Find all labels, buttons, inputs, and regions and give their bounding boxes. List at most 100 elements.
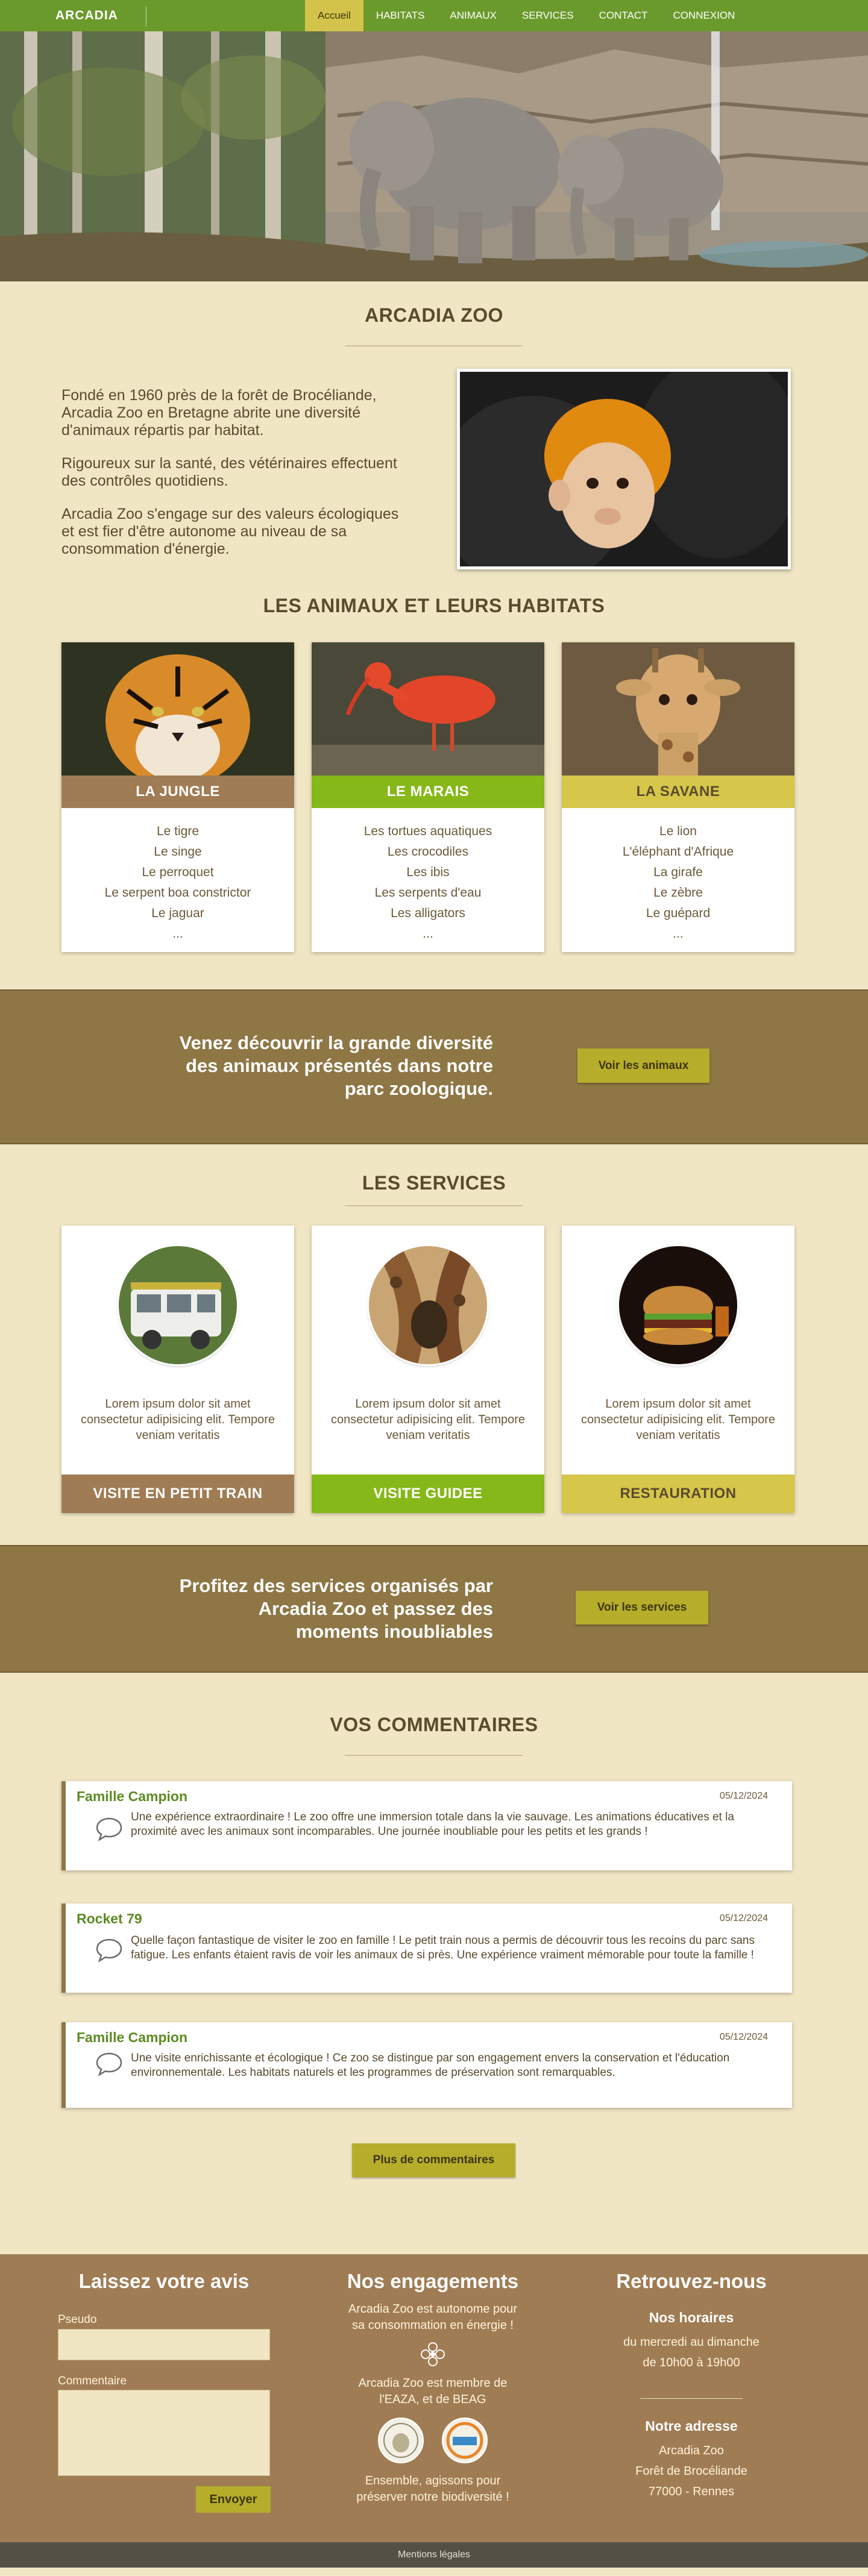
animal-item: La girafe — [653, 865, 703, 879]
service-name-band: VISITE EN PETIT TRAIN — [61, 1474, 294, 1513]
nav-link-habitats[interactable]: HABITATS — [363, 0, 438, 31]
comment-text: Une visite enrichissante et écologique !… — [131, 2052, 730, 2079]
pseudo-input[interactable] — [58, 2329, 270, 2360]
address-title: Notre adresse — [645, 2418, 738, 2434]
animal-item: Le perroquet — [142, 865, 214, 879]
intro-text: Fondé en 1960 près de la forêt de Brocél… — [61, 387, 399, 574]
ibis-illustration — [312, 642, 544, 776]
habitat-card-savane[interactable]: LA SAVANE Le lion L'éléphant d'Afrique L… — [562, 642, 794, 952]
services-title-rule — [345, 1205, 523, 1206]
animals-cta-banner: Venez découvrir la grande diversité des … — [0, 989, 868, 1144]
comment-card: Famille Campion 05/12/2024 Une expérienc… — [61, 1781, 792, 1870]
engagement-membership: Arcadia Zoo est membre de l'EAZA, et de … — [358, 2377, 508, 2406]
eco-flower-icon — [421, 2342, 445, 2366]
ibis-photo — [312, 642, 544, 776]
giraffes-illustration — [369, 1246, 487, 1364]
animal-item: Les alligators — [391, 906, 465, 920]
giraffe-illustration — [562, 642, 794, 776]
intro-title: ARCADIA ZOO — [364, 304, 504, 326]
animal-item: Le guépard — [646, 906, 711, 920]
habitat-name-band: LA SAVANE — [562, 776, 794, 808]
animal-item: ... — [673, 927, 684, 941]
nav-link-connexion[interactable]: CONNEXION — [660, 0, 747, 31]
engagements-title: Nos engagements — [347, 2270, 519, 2292]
submit-review-button[interactable]: Envoyer — [196, 2486, 271, 2513]
service-card-train[interactable]: Lorem ipsum dolor sit amet consectetur a… — [61, 1226, 294, 1513]
legal-notice-link[interactable]: Mentions légales — [398, 2549, 470, 2560]
address-line: 77000 - Rennes — [648, 2485, 735, 2498]
habitat-name-band: LA JUNGLE — [61, 776, 294, 808]
pseudo-label: Pseudo — [58, 2313, 97, 2326]
cta-line: parc zoologique. — [344, 1078, 493, 1099]
service-card-restaurant[interactable]: Lorem ipsum dolor sit amet consectetur a… — [562, 1226, 794, 1513]
speech-bubble-icon — [96, 1817, 122, 1841]
habitat-card-marais[interactable]: LE MARAIS Les tortues aquatiques Les cro… — [312, 642, 544, 952]
habitats-title: LES ANIMAUX ET LEURS HABITATS — [263, 595, 605, 616]
animal-item: ... — [423, 927, 433, 941]
animal-item: Le jaguar — [151, 906, 204, 920]
comment-date: 05/12/2024 — [719, 1913, 768, 1923]
eaza-logo-icon — [442, 2418, 488, 2463]
nav-link-animaux[interactable]: ANIMAUX — [437, 0, 509, 31]
cta-line: Arcadia Zoo et passez des — [258, 1598, 493, 1619]
speech-bubble-icon — [96, 1938, 122, 1963]
habitat-animal-list: Les tortues aquatiques Les crocodiles Le… — [312, 821, 544, 944]
habitat-card-jungle[interactable]: LA JUNGLE Le tigre Le singe Le perroquet… — [61, 642, 294, 952]
engagement-energy: Arcadia Zoo est autonome pour sa consomm… — [348, 2302, 518, 2332]
burger-illustration — [619, 1246, 737, 1364]
burger-photo — [619, 1246, 737, 1364]
nav-link-accueil[interactable]: Accueil — [305, 0, 363, 31]
service-description: Lorem ipsum dolor sit amet consectetur a… — [580, 1397, 776, 1442]
hero-image — [0, 31, 868, 281]
engagement-biodiversity: Ensemble, agissons pour préserver notre … — [356, 2474, 509, 2504]
intro-monkey-photo — [457, 369, 791, 569]
address-line: Forêt de Brocéliande — [635, 2465, 747, 2478]
monkey-illustration — [460, 372, 788, 566]
intro-paragraph-3: Arcadia Zoo s'engage sur des valeurs éco… — [61, 506, 399, 557]
engagements-column: Nos engagements Arcadia Zoo est autonome… — [330, 2254, 535, 2505]
habitat-animal-list: Le tigre Le singe Le perroquet Le serpen… — [61, 821, 294, 944]
giraffe-photo — [562, 642, 794, 776]
animal-item: Le lion — [659, 824, 697, 838]
comment-textarea[interactable] — [58, 2390, 270, 2476]
see-animals-button[interactable]: Voir les animaux — [577, 1048, 709, 1083]
comments-title: VOS COMMENTAIRES — [330, 1714, 538, 1735]
service-card-guided[interactable]: Lorem ipsum dolor sit amet consectetur a… — [312, 1226, 544, 1513]
nav-link-contact[interactable]: CONTACT — [587, 0, 661, 31]
comment-author: Famille Campion — [77, 1788, 188, 1804]
comment-text: Une expérience extraordinaire ! Le zoo o… — [131, 1811, 734, 1838]
cta-line: des animaux présentés dans notre — [186, 1055, 493, 1076]
hours-line: du mercredi au dimanche — [623, 2336, 760, 2349]
cta-line: Venez découvrir la grande diversité — [179, 1032, 493, 1053]
nav-link-services[interactable]: SERVICES — [509, 0, 587, 31]
contact-column: Retrouvez-nous Nos horaires du mercredi … — [586, 2254, 797, 2502]
giraffes-photo — [369, 1246, 487, 1364]
review-form-title: Laissez votre avis — [78, 2270, 250, 2292]
service-cards: Lorem ipsum dolor sit amet consectetur a… — [61, 1226, 794, 1513]
brand-logo[interactable]: ARCADIA — [55, 8, 118, 23]
service-description: Lorem ipsum dolor sit amet consectetur a… — [80, 1397, 275, 1442]
service-name-band: RESTAURATION — [562, 1474, 794, 1513]
comment-label: Commentaire — [58, 2375, 127, 2387]
nav-links: Accueil HABITATS ANIMAUX SERVICES CONTAC… — [305, 0, 747, 31]
train-photo — [119, 1246, 237, 1364]
animals-cta-text: Venez découvrir la grande diversité des … — [180, 1032, 493, 1100]
animal-item: Le singe — [154, 845, 202, 859]
comment-author: Famille Campion — [77, 2029, 188, 2045]
service-name-band: VISITE GUIDEE — [312, 1474, 544, 1513]
more-comments-button[interactable]: Plus de commentaires — [352, 2143, 515, 2177]
intro-paragraph-1: Fondé en 1960 près de la forêt de Brocél… — [61, 387, 377, 439]
top-navbar: ARCADIA Accueil HABITATS ANIMAUX SERVICE… — [0, 0, 868, 31]
services-title: LES SERVICES — [362, 1172, 506, 1194]
comments-section: VOS COMMENTAIRES Famille Campion 05/12/2… — [0, 1673, 868, 2254]
animal-item: Les tortues aquatiques — [363, 824, 492, 838]
address-line: Arcadia Zoo — [659, 2444, 724, 2457]
comment-card: Famille Campion 05/12/2024 Une visite en… — [61, 2022, 792, 2108]
animal-item: L'éléphant d'Afrique — [622, 845, 734, 859]
beag-logo-icon — [378, 2418, 424, 2463]
comments-title-rule — [345, 1755, 523, 1756]
habitats-section: LES ANIMAUX ET LEURS HABITATS LA JUNGLE … — [0, 595, 868, 989]
cta-line: moments inoubliables — [295, 1621, 493, 1642]
animal-item: Les serpents d'eau — [374, 886, 482, 900]
see-services-button[interactable]: Voir les services — [576, 1591, 708, 1625]
